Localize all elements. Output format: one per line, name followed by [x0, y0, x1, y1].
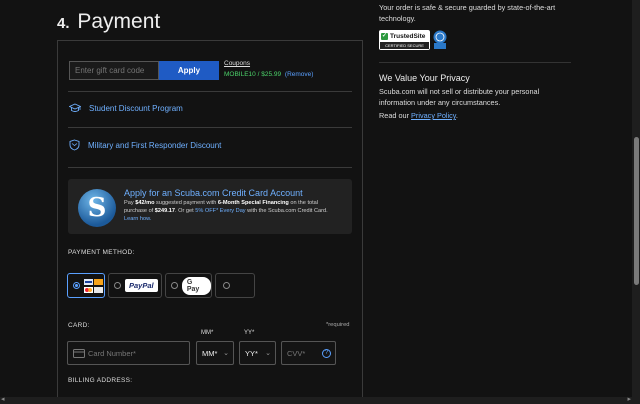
card-number-field[interactable]: Card Number* — [67, 341, 190, 365]
cvv-field[interactable]: CVV* ? — [281, 341, 336, 365]
paypal-payment-option[interactable]: PayPal — [108, 273, 162, 298]
military-discount-label: Military and First Responder Discount — [88, 140, 222, 150]
step-number: 4. — [57, 15, 70, 32]
help-icon[interactable]: ? — [322, 348, 331, 358]
year-value: YY* — [245, 348, 258, 358]
trustedsite-badge[interactable]: ✓ TrustedSite CERTIFIED SECURE — [379, 30, 430, 50]
coupons-link[interactable]: Coupons — [224, 60, 250, 67]
expiry-month-select[interactable]: MM* MM* ⌄ — [196, 330, 234, 365]
privacy-text: Scuba.com will not sell or distribute yo… — [379, 87, 540, 108]
student-discount-label: Student Discount Program — [89, 104, 183, 113]
security-seal-icon — [433, 30, 447, 50]
privacy-policy-link[interactable]: Privacy Policy — [411, 111, 456, 120]
google-pay-option[interactable]: G Pay — [165, 273, 212, 298]
graduation-cap-icon — [69, 103, 81, 112]
year-label: YY* — [244, 330, 255, 336]
billing-address-label: BILLING ADDRESS: — [68, 377, 133, 384]
credit-cards-icon — [84, 278, 103, 293]
required-note: *required — [326, 322, 350, 328]
check-icon: ✓ — [381, 33, 388, 40]
promo-description: Pay $42/mo suggested payment with 6-Mont… — [124, 200, 328, 223]
privacy-read-line: Read our Privacy Policy. — [379, 111, 458, 120]
page-title: 4. Payment — [57, 10, 160, 34]
paypal-logo: PayPal — [125, 279, 158, 292]
credit-card-icon — [73, 348, 85, 358]
step-title: Payment — [77, 10, 161, 33]
other-payment-option[interactable] — [215, 273, 255, 298]
card-payment-option[interactable] — [67, 273, 105, 298]
gift-card-input[interactable] — [69, 61, 159, 80]
divider — [68, 127, 352, 128]
apply-button[interactable]: Apply — [159, 61, 219, 80]
payment-method-label: PAYMENT METHOD: — [68, 249, 135, 256]
privacy-heading: We Value Your Privacy — [379, 73, 470, 83]
chevron-down-icon: ⌄ — [223, 350, 229, 357]
scroll-left-icon[interactable]: ◂ — [1, 395, 5, 403]
horizontal-scrollbar[interactable]: ◂ ▸ — [0, 395, 632, 404]
trustedsite-logo: ✓ TrustedSite — [381, 33, 426, 40]
radio-unselected — [223, 282, 230, 289]
scuba-logo-icon: S — [78, 189, 116, 227]
month-value: MM* — [202, 348, 218, 358]
card-number-placeholder: Card Number* — [88, 348, 136, 358]
student-discount-link[interactable]: Student Discount Program — [69, 103, 183, 114]
divider — [68, 167, 352, 168]
cvv-placeholder: CVV* — [287, 348, 306, 358]
divider — [379, 62, 571, 63]
trustedsite-sub: CERTIFIED SECURE — [380, 42, 429, 49]
month-label: MM* — [201, 330, 214, 336]
radio-unselected — [114, 282, 121, 289]
expiry-year-select[interactable]: YY* YY* ⌄ — [239, 330, 276, 365]
remove-coupon-link[interactable]: (Remove) — [285, 71, 314, 78]
shield-icon — [69, 139, 80, 151]
chevron-down-icon: ⌄ — [265, 350, 271, 357]
military-discount-link[interactable]: Military and First Responder Discount — [69, 139, 221, 151]
divider — [68, 91, 352, 92]
radio-selected — [73, 282, 80, 289]
credit-card-apply-link[interactable]: Apply for an Scuba.com Credit Card Accou… — [124, 188, 303, 198]
security-note: Your order is safe & secure guarded by s… — [379, 3, 556, 24]
google-pay-logo: G Pay — [181, 276, 211, 295]
scroll-right-icon[interactable]: ▸ — [627, 395, 631, 403]
card-label: CARD: — [68, 322, 90, 329]
scrollbar-thumb[interactable] — [634, 137, 639, 285]
learn-how-link[interactable]: Learn how. — [124, 216, 151, 222]
applied-coupon: MOBILE10 / $25.99 (Remove) — [224, 71, 313, 78]
coupon-code: MOBILE10 / $25.99 — [224, 71, 282, 78]
radio-unselected — [171, 282, 178, 289]
